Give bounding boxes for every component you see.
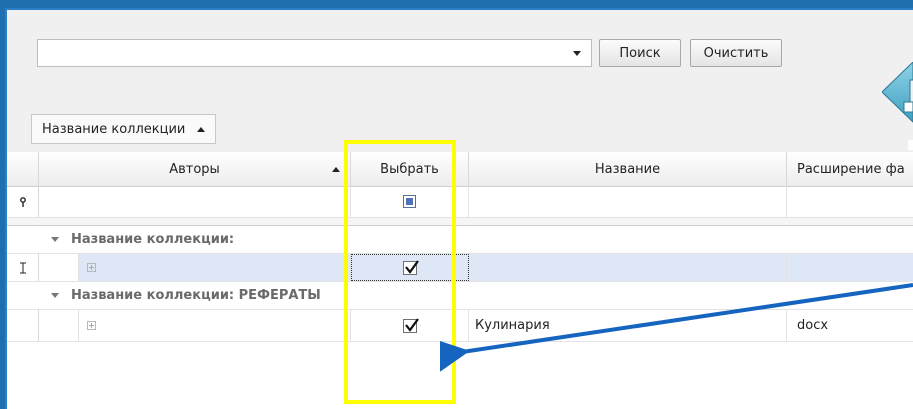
search-combobox[interactable]: [37, 39, 592, 67]
column-header-authors[interactable]: Авторы: [39, 152, 351, 186]
filter-authors[interactable]: [39, 186, 351, 217]
filter-checkbox[interactable]: [403, 195, 416, 208]
grid-header: Авторы Выбрать Название Расширение фа: [7, 152, 913, 187]
indent-cell: [39, 310, 79, 341]
group-panel: Название коллекции: [7, 92, 913, 152]
collapse-chevron-icon[interactable]: [51, 237, 59, 242]
indicator-cell: [7, 226, 39, 253]
frame-edge: [0, 8, 5, 407]
column-header-select[interactable]: Выбрать: [351, 152, 469, 186]
group-header-label: Название коллекции: РЕФЕРАТЫ: [71, 288, 321, 303]
group-tag-label: Название коллекции: [42, 121, 186, 137]
indicator-header: [7, 152, 39, 186]
group-header-label: Название коллекции:: [71, 232, 235, 247]
cell-authors[interactable]: [79, 254, 351, 281]
search-button[interactable]: Поиск: [599, 39, 681, 67]
annotation-arrow-icon: [440, 283, 913, 372]
indicator-cell: [7, 310, 39, 341]
group-by-collection-tag[interactable]: Название коллекции: [31, 114, 217, 144]
double-arrow-icon[interactable]: [882, 62, 913, 162]
dropdown-arrow-icon[interactable]: [573, 51, 581, 56]
group-header[interactable]: Название коллекции:: [51, 226, 911, 253]
column-header-title[interactable]: Название: [469, 152, 787, 186]
clear-button[interactable]: Очистить: [690, 39, 782, 67]
cell-authors[interactable]: [79, 310, 351, 341]
expand-plus-icon[interactable]: [87, 321, 96, 330]
group-row[interactable]: Название коллекции:: [7, 226, 913, 254]
select-checkbox[interactable]: [403, 259, 419, 275]
search-toolbar: Поиск Очистить: [7, 10, 913, 93]
indicator-cell: [7, 282, 39, 309]
sort-ascending-icon: [332, 166, 340, 172]
filter-row: [7, 186, 913, 218]
filter-extension[interactable]: [787, 186, 913, 217]
separator: [7, 218, 913, 226]
filter-title[interactable]: [469, 186, 787, 217]
select-checkbox[interactable]: [402, 317, 419, 333]
filter-pin-icon: [7, 186, 39, 217]
collapse-chevron-icon[interactable]: [51, 293, 59, 298]
column-header-authors-label: Авторы: [169, 161, 220, 177]
sort-ascending-icon: [197, 126, 206, 132]
filter-select[interactable]: [351, 186, 469, 217]
text-cursor-icon: [7, 254, 39, 281]
expand-plus-icon[interactable]: [87, 263, 96, 272]
indent-cell: [39, 254, 79, 281]
